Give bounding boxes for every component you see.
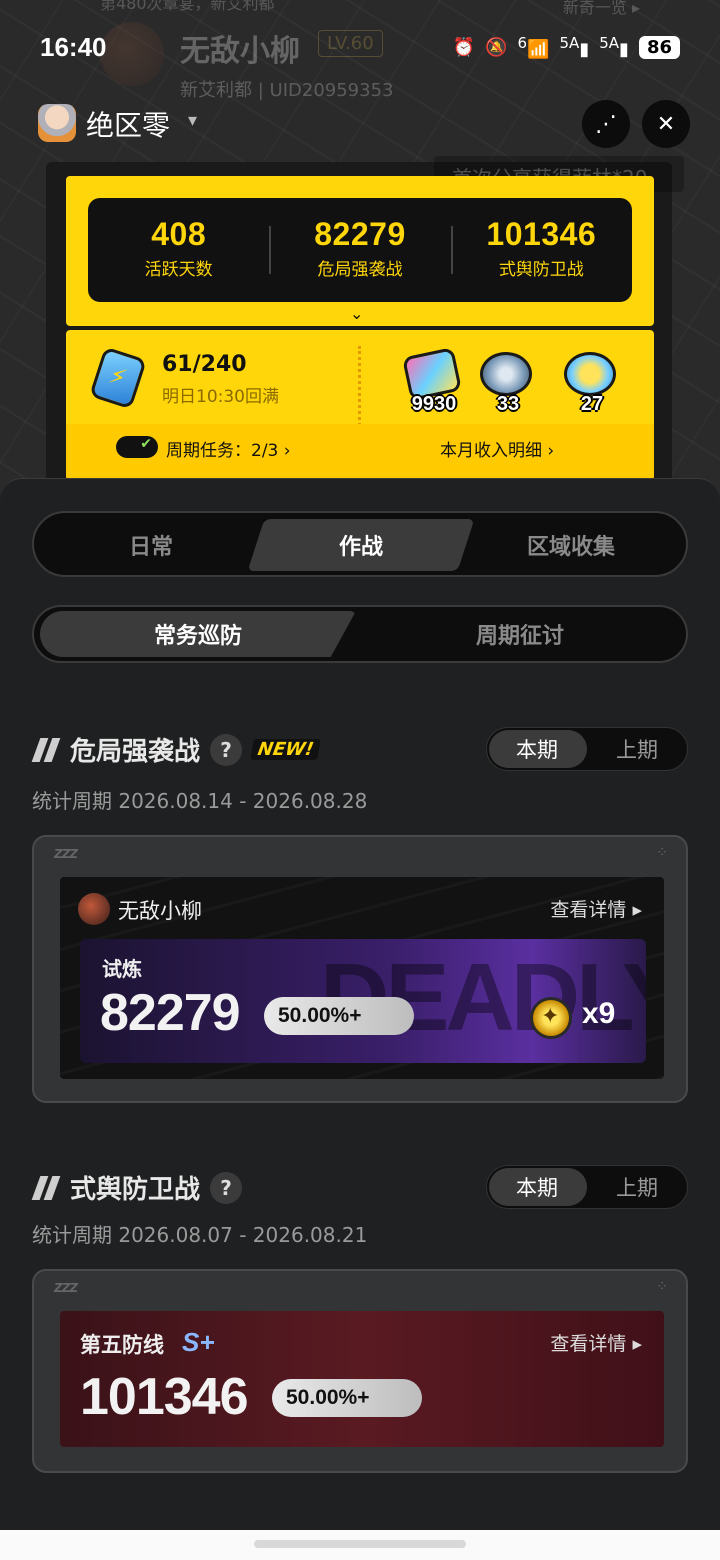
zzz-logo-icon xyxy=(32,1174,60,1202)
shiyu-defense-header: 式舆防卫战 ? xyxy=(32,1169,243,1206)
new-badge: NEW! xyxy=(250,739,322,760)
bangboo-resource: 27 xyxy=(564,352,620,415)
deadly-result-panel: 无敌小柳 查看详情 ▸ DEADLY 试炼 82279 50.00%+ x9 xyxy=(60,877,664,1079)
wifi-icon: 6📶 xyxy=(517,34,550,60)
share-icon: ⋰ xyxy=(595,111,617,137)
task-bar: 周期任务：2/3 › 本月收入明细 › xyxy=(66,424,654,480)
tab-battle[interactable]: 作战 xyxy=(256,519,466,571)
trial-label: 试炼 xyxy=(102,957,142,981)
signal-icon: 5A▮ xyxy=(559,34,590,60)
deadly-period-caption: 统计周期 2026.08.14 - 2026.08.28 xyxy=(32,789,368,813)
deadly-assault-card: ZZZ ⁘ 无敌小柳 查看详情 ▸ DEADLY 试炼 82279 50.00%… xyxy=(32,835,688,1103)
ghost-uid: UID20959353 xyxy=(269,80,394,101)
share-button[interactable]: ⋰ xyxy=(582,100,630,148)
battery-indicator: 86 xyxy=(638,35,680,59)
stat-label: 活跃天数 xyxy=(144,260,213,280)
home-indicator[interactable] xyxy=(254,1540,466,1548)
period-last-button[interactable]: 上期 xyxy=(587,1166,687,1208)
mute-icon: 🔕 xyxy=(485,36,508,58)
help-icon[interactable]: ? xyxy=(210,1171,243,1204)
main-tabs: 日常 作战 区域收集 xyxy=(32,511,688,577)
rank-badge: S+ xyxy=(182,1327,215,1357)
ghost-top-right: 新奇一览 ▸ xyxy=(562,0,640,17)
shiyu-result-panel: 第五防线 S+ 查看详情 ▸ 101346 50.00%+ xyxy=(60,1311,664,1447)
shiyu-period-toggle: 本期 上期 xyxy=(486,1165,688,1209)
status-icons: ⏰ 🔕 6📶 5A▮ 5A▮ 86 xyxy=(453,34,680,60)
stat-value: 408 xyxy=(151,216,207,252)
stat-label: 危局强袭战 xyxy=(317,260,403,280)
stats-card: 408 活跃天数 82279 危局强袭战 101346 式舆防卫战 ⌄ xyxy=(66,176,654,326)
zzz-mark-icon: ZZZ xyxy=(54,847,78,861)
view-details-link[interactable]: 查看详情 ▸ xyxy=(550,895,642,922)
ghost-server: 新艾利都 xyxy=(180,80,252,101)
period-last-button[interactable]: 上期 xyxy=(587,728,687,770)
film-count: 9930 xyxy=(411,393,457,415)
stat-deadly-assault: 82279 危局强袭战 xyxy=(269,198,450,302)
zzz-logo-icon xyxy=(32,736,60,764)
dots-icon: ⁘ xyxy=(656,845,668,861)
help-icon[interactable]: ? xyxy=(210,733,243,766)
reel-count: 33 xyxy=(496,393,520,415)
shiyu-period-caption: 统计周期 2026.08.07 - 2026.08.21 xyxy=(32,1223,368,1247)
view-details-link[interactable]: 查看详情 ▸ xyxy=(550,1329,642,1356)
bangboo-ticket-icon xyxy=(564,352,616,396)
energy-value: 61/240 xyxy=(162,352,247,377)
ghost-sep: | xyxy=(257,80,270,101)
shiyu-defense-card: ZZZ ⁘ 第五防线 S+ 查看详情 ▸ 101346 50.00%+ xyxy=(32,1269,688,1473)
stage-label: 第五防线 xyxy=(80,1333,164,1357)
chevron-down-icon[interactable]: ▾ xyxy=(188,110,197,131)
reel-icon xyxy=(480,352,532,396)
period-current-button[interactable]: 本期 xyxy=(487,728,587,770)
status-bar: 16:40 ⏰ 🔕 6📶 5A▮ 5A▮ 86 xyxy=(0,30,720,70)
percentile-pill: 50.00%+ xyxy=(264,997,414,1035)
section-title: 式舆防卫战 xyxy=(70,1175,201,1205)
alarm-icon: ⏰ xyxy=(452,36,476,58)
avatar xyxy=(78,893,110,925)
reward-count: x9 xyxy=(582,997,616,1030)
reward-coin-icon xyxy=(530,997,572,1039)
close-button[interactable]: ✕ xyxy=(642,100,690,148)
tab-daily[interactable]: 日常 xyxy=(46,519,256,571)
app-icon xyxy=(38,104,76,142)
subtab-periodic-expedition[interactable]: 周期征讨 xyxy=(356,611,684,657)
deadly-score-panel: DEADLY 试炼 82279 50.00%+ x9 xyxy=(80,939,646,1063)
deadly-period-toggle: 本期 上期 xyxy=(486,727,688,771)
stat-value: 82279 xyxy=(314,216,406,252)
battle-sheet: 日常 作战 区域收集 常务巡防 周期征讨 危局强袭战 ? NEW! 本期 上期 … xyxy=(0,478,720,1560)
resources-card: 61/240 明日10:30回满 9930 33 27 周期任务：2/3 › 本… xyxy=(66,330,654,480)
shiyu-score: 101346 xyxy=(80,1368,249,1426)
film-resource: 9930 xyxy=(401,347,463,415)
percentile-pill: 50.00%+ xyxy=(272,1379,422,1417)
subtab-routine-patrol[interactable]: 常务巡防 xyxy=(40,611,356,657)
stat-active-days: 408 活跃天数 xyxy=(88,198,269,302)
app-bar: 绝区零 ▾ ⋰ ✕ xyxy=(0,100,720,148)
stat-label: 式舆防卫战 xyxy=(498,260,584,280)
bangboo-count: 27 xyxy=(580,393,604,415)
stats-summary: 408 活跃天数 82279 危局强袭战 101346 式舆防卫战 xyxy=(88,198,632,302)
signal-icon: 5A▮ xyxy=(599,34,629,60)
weekly-task-link[interactable]: 周期任务：2/3 › xyxy=(166,436,291,461)
ghost-server-uid: 新艾利都 | UID20959353 xyxy=(180,76,394,102)
player-name: 无敌小柳 xyxy=(118,899,202,923)
energy-refill-time: 明日10:30回满 xyxy=(162,387,279,407)
battery-energy-icon xyxy=(89,346,147,410)
deadly-score: 82279 xyxy=(100,984,241,1042)
sub-tabs: 常务巡防 周期征讨 xyxy=(32,605,688,663)
app-title[interactable]: 绝区零 xyxy=(86,104,170,144)
task-check-icon xyxy=(116,436,158,458)
period-current-button[interactable]: 本期 xyxy=(487,1166,587,1208)
expand-chevron-icon[interactable]: ⌄ xyxy=(350,304,363,323)
ghost-top-text: 第480次章宴，新艾利都 xyxy=(100,0,275,13)
tab-area-collection[interactable]: 区域收集 xyxy=(466,519,676,571)
monthly-income-link[interactable]: 本月收入明细 › xyxy=(440,436,554,461)
dots-icon: ⁘ xyxy=(656,1279,668,1295)
stat-value: 101346 xyxy=(486,216,597,252)
clock: 16:40 xyxy=(40,32,107,62)
reel-resource: 33 xyxy=(480,352,536,415)
zzz-mark-icon: ZZZ xyxy=(54,1281,78,1295)
section-title: 危局强袭战 xyxy=(70,737,201,767)
deadly-assault-header: 危局强袭战 ? NEW! xyxy=(32,731,322,768)
close-icon: ✕ xyxy=(656,111,676,137)
stat-shiyu-defense: 101346 式舆防卫战 xyxy=(450,198,632,302)
